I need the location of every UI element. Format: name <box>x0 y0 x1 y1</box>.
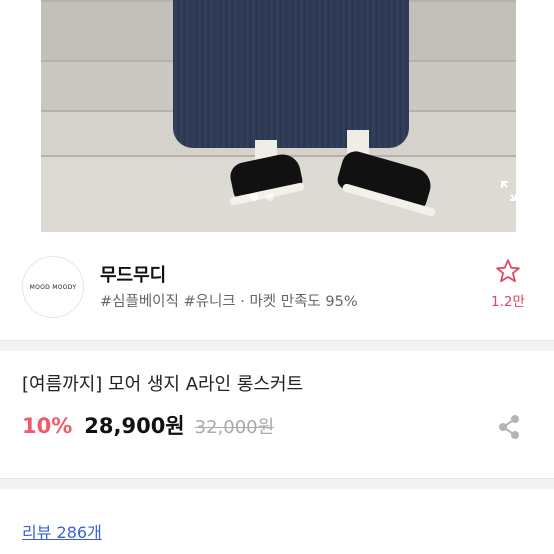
shop-tags: #심플베이직 #유니크 · 마켓 만족도 95% <box>100 294 358 310</box>
shop-logo[interactable]: MOOD MOODY <box>22 256 84 318</box>
shop-logo-text: MOOD MOODY <box>29 283 77 291</box>
favorite-button[interactable]: 1.2만 <box>484 258 532 310</box>
product-photo[interactable] <box>0 0 554 232</box>
sale-price: 28,900원 <box>84 414 185 438</box>
carousel-dot[interactable] <box>266 193 274 201</box>
reviews-link[interactable]: 리뷰 286개 <box>22 519 102 543</box>
favorite-count: 1.2만 <box>491 294 525 310</box>
product-photo-image <box>41 0 516 232</box>
product-title: [여름까지] 모어 생지 A라인 롱스커트 <box>22 374 304 395</box>
section-divider <box>0 340 554 351</box>
expand-icon[interactable] <box>500 180 518 202</box>
shop-name[interactable]: 무드무디 <box>100 261 166 287</box>
section-divider <box>0 478 554 489</box>
share-icon[interactable] <box>496 413 522 441</box>
price-row: 10% 28,900원 32,000원 <box>22 410 274 440</box>
discount-rate: 10% <box>22 414 73 438</box>
star-icon <box>496 259 520 283</box>
original-price: 32,000원 <box>194 417 275 438</box>
shop-info[interactable]: MOOD MOODY 무드무디 #심플베이직 #유니크 · 마켓 만족도 95%… <box>0 232 554 337</box>
carousel-dots <box>250 193 274 201</box>
photo-skirt <box>173 0 409 148</box>
carousel-dot-active[interactable] <box>250 193 258 201</box>
